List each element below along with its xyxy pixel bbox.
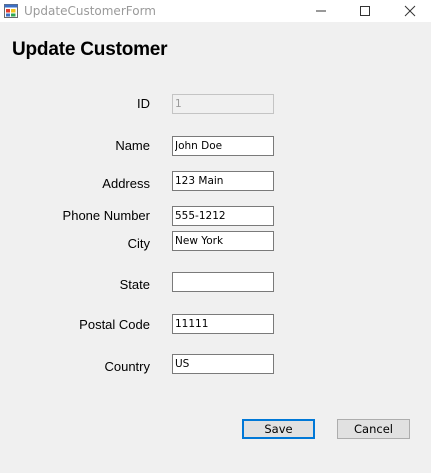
- state-label: State: [119, 277, 150, 292]
- title-bar: UpdateCustomerForm: [0, 0, 431, 22]
- cancel-button[interactable]: Cancel: [337, 419, 410, 439]
- maximize-button[interactable]: [342, 0, 388, 22]
- close-button[interactable]: [387, 0, 431, 22]
- country-label: Country: [104, 359, 150, 374]
- state-field[interactable]: [172, 272, 274, 292]
- close-icon: [404, 5, 416, 17]
- page-title: Update Customer: [12, 39, 168, 60]
- window-title: UpdateCustomerForm: [24, 4, 156, 18]
- id-field: [172, 94, 274, 114]
- city-label: City: [127, 236, 150, 251]
- winforms-app-icon: [4, 4, 18, 18]
- phone-number-label: Phone Number: [62, 208, 150, 223]
- address-label: Address: [102, 176, 150, 191]
- id-label: ID: [137, 96, 150, 111]
- postal-code-field[interactable]: [172, 314, 274, 334]
- phone-number-field[interactable]: [172, 206, 274, 226]
- country-field[interactable]: [172, 354, 274, 374]
- postal-code-label: Postal Code: [79, 317, 150, 332]
- minimize-button[interactable]: [298, 0, 344, 22]
- address-field[interactable]: [172, 171, 274, 191]
- name-field[interactable]: [172, 136, 274, 156]
- maximize-icon: [360, 6, 370, 16]
- save-button[interactable]: Save: [242, 419, 315, 439]
- city-field[interactable]: [172, 231, 274, 251]
- minimize-icon: [316, 10, 326, 12]
- name-label: Name: [115, 138, 150, 153]
